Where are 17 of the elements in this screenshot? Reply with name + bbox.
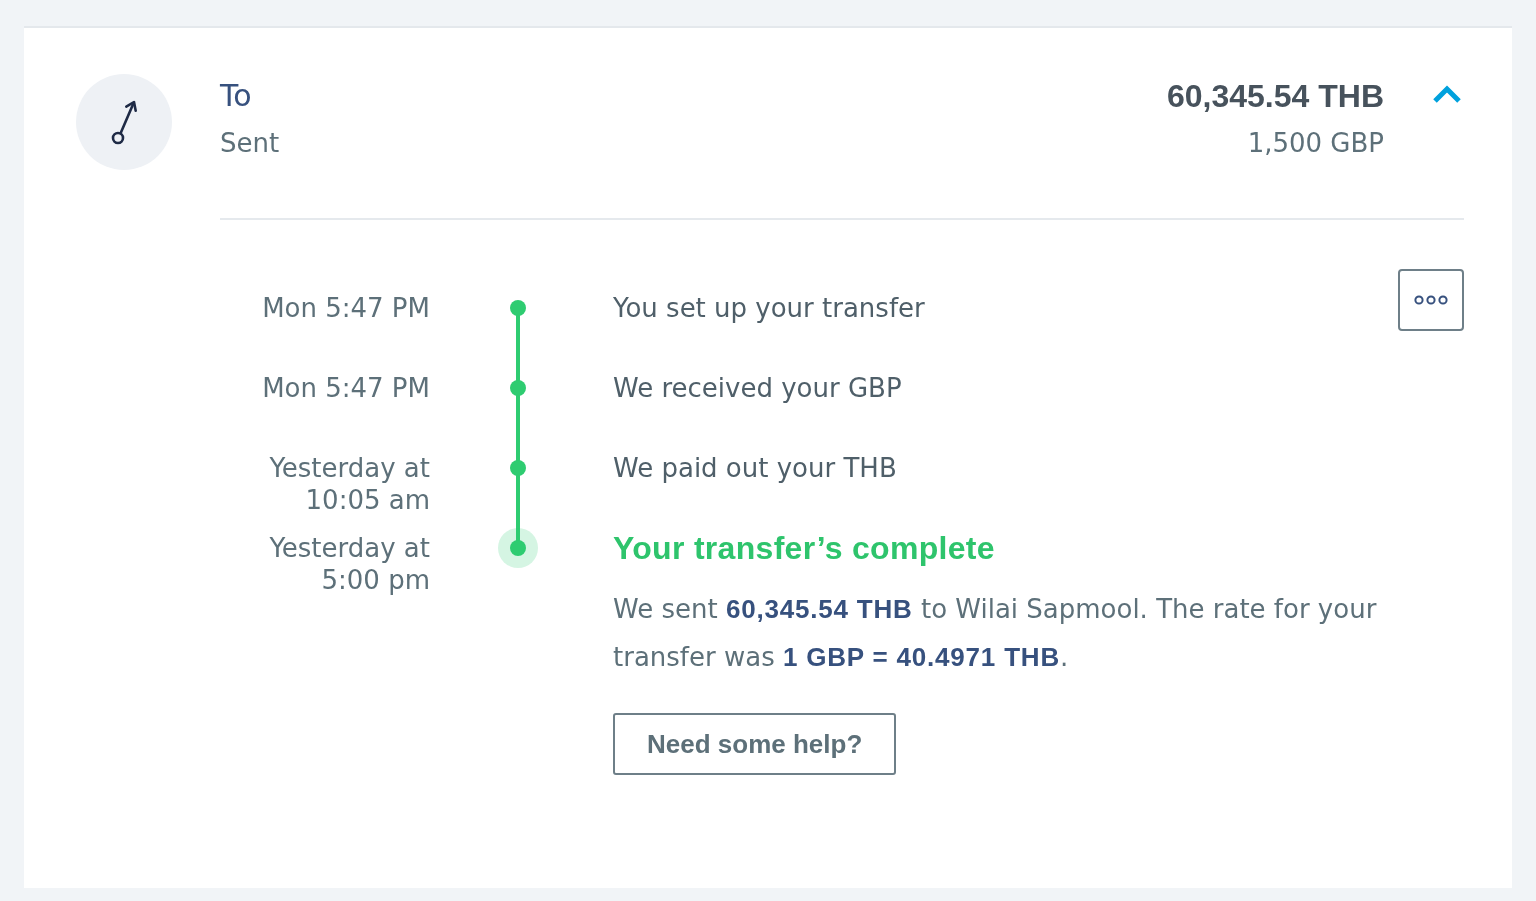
more-options-button[interactable] <box>1398 269 1464 331</box>
more-icon <box>1414 295 1448 305</box>
event-title: Your transfer’s complete <box>613 532 995 564</box>
status-label: Sent <box>220 127 280 160</box>
timestamp: Yesterday at 10:05 am <box>268 452 430 516</box>
sent-amount: 1,500 GBP <box>1247 127 1384 160</box>
event-title: You set up your transfer <box>613 292 925 324</box>
timestamp: Mon 5:47 PM <box>261 292 430 324</box>
timestamp: Yesterday at 5:00 pm <box>268 532 430 596</box>
direction-label: To <box>220 77 252 115</box>
chevron-up-icon[interactable] <box>1432 85 1462 105</box>
timestamp: Mon 5:47 PM <box>261 372 430 404</box>
transfer-summary: We sent 60,345.54 THB to Wilai Sapmool. The rate for your transfer was 1 GBP = 40.4971 THB. <box>613 593 1378 674</box>
event-title: We received your GBP <box>613 372 902 404</box>
help-button[interactable]: Need some help? <box>613 713 897 775</box>
received-amount: 60,345.54 THB <box>1167 77 1384 116</box>
event-title: We paid out your THB <box>613 452 897 484</box>
